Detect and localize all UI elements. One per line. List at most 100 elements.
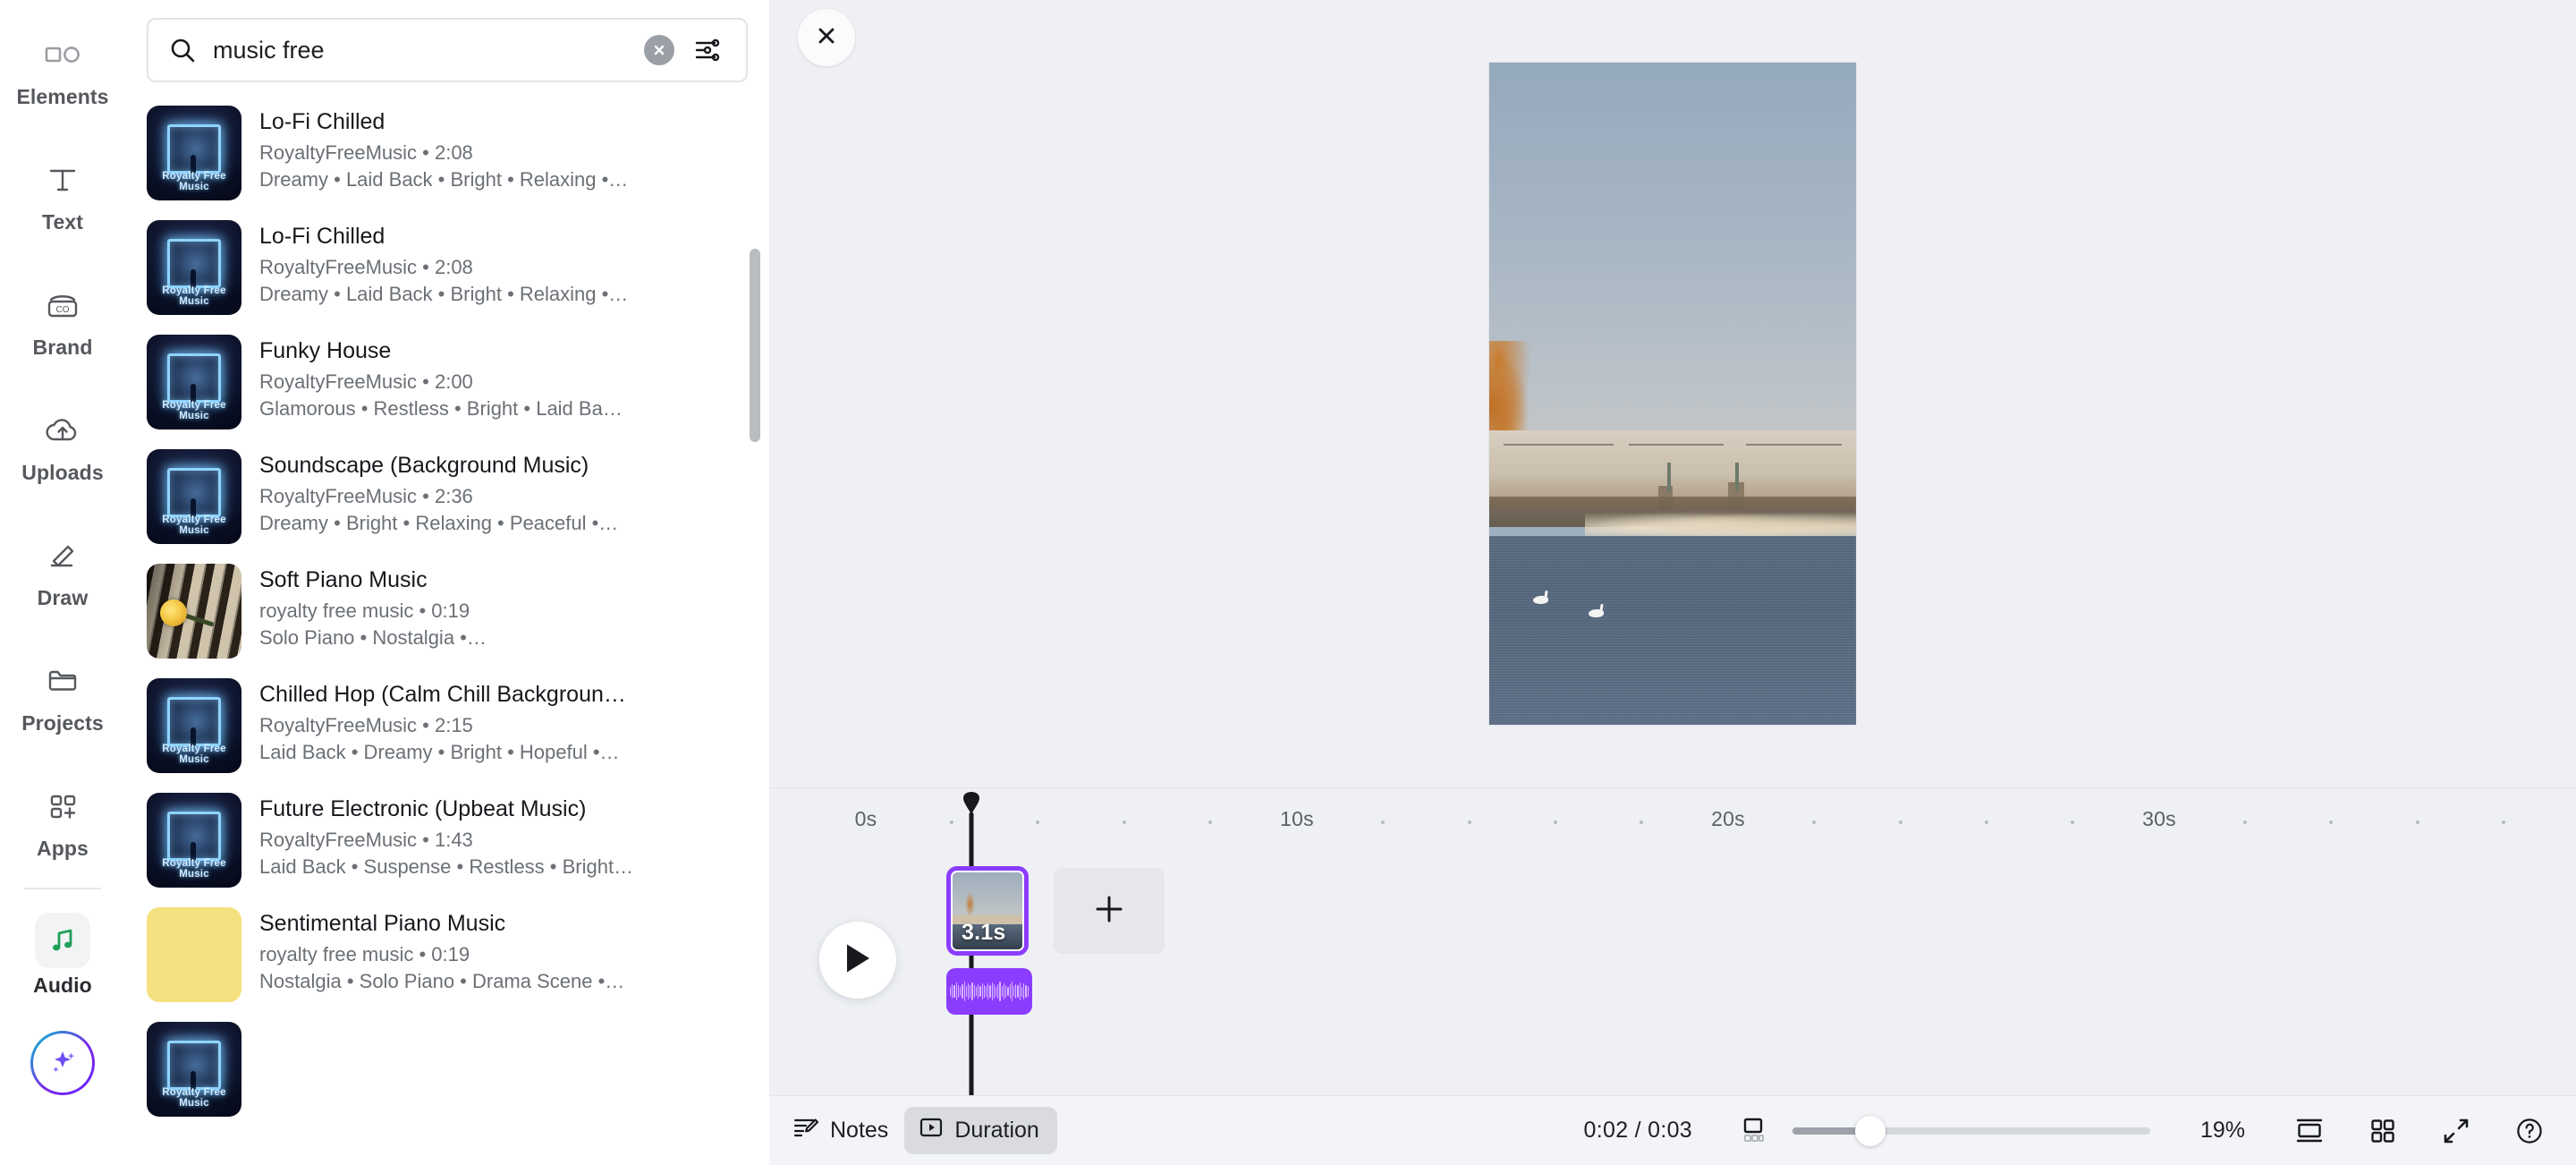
swan [1533,595,1549,604]
add-page-button[interactable] [1054,868,1165,954]
track-artwork: Royalty Free Music [147,106,242,200]
track-title: Funky House [259,338,392,363]
track-meta: Funky House RoyaltyFreeMusic • 2:00 Glamor… [259,335,746,422]
grid-view-icon[interactable] [2358,1106,2408,1156]
audio-track-item[interactable]: Royalty Free Music Future Electronic (Upb… [147,784,746,898]
results-scrollbar-thumb[interactable] [750,249,760,442]
duration-button[interactable]: Duration [904,1107,1057,1154]
text-icon [38,155,88,205]
search-bar-container [125,0,769,91]
waveform-bar [1005,984,1007,999]
ruler-label: 20s [1711,807,1745,830]
track-title: Chilled Hop (Calm Chill Backgroun… [259,682,626,707]
sidebar-item-apps[interactable]: Apps [4,757,122,882]
track-artist-duration: royalty free music • 0:19 [259,600,470,622]
sidebar-item-uploads[interactable]: Uploads [4,381,122,506]
waveform-bar [1011,982,1013,1001]
play-button[interactable] [819,922,896,999]
track-meta: Lo-Fi Chilled RoyaltyFreeMusic • 2:08 Drea… [259,106,746,193]
clear-search-button[interactable] [644,35,674,65]
audio-track-item[interactable]: Royalty Free Music Funky House RoyaltyFree… [147,326,746,440]
sidebar-item-projects[interactable]: Projects [4,632,122,757]
uploads-icon [38,405,88,455]
sky-region [1489,63,1856,473]
fullscreen-expand-icon[interactable] [2431,1106,2481,1156]
zoom-slider[interactable] [1792,1115,2150,1146]
track-artwork: Royalty Free Music [147,449,242,544]
timeline-ruler[interactable]: 0s 10s 20s 30s [769,792,2576,848]
waveform-bar [955,982,957,1000]
swan [1588,608,1604,617]
sidebar-item-elements[interactable]: Elements [4,5,122,131]
zoom-slider-knob[interactable] [1854,1115,1885,1146]
duration-play-box-icon [919,1115,944,1146]
audio-track-item[interactable]: Royalty Free Music Lo-Fi Chilled RoyaltyFr… [147,211,746,326]
sidebar-item-text[interactable]: Text [4,131,122,256]
sidebar-item-label: Projects [21,710,104,735]
search-results-list[interactable]: Royalty Free Music Lo-Fi Chilled RoyaltyFr… [125,91,769,1165]
sidebar-item-audio[interactable]: Audio [4,891,122,1016]
audio-track-item[interactable]: Royalty Free Music Soundscape (Background… [147,440,746,555]
waveform-bar [997,983,999,999]
audio-track-item[interactable]: Sentimental Piano Music royalty free musi… [147,898,746,1013]
canva-video-editor: Elements Text CO Brand Uploads Draw Proj… [0,0,2576,1165]
apps-icon [38,781,88,831]
track-tags: Laid Back • Dreamy • Bright • Hopeful •… [259,740,620,763]
audio-search-panel: Royalty Free Music Lo-Fi Chilled RoyaltyFr… [125,0,769,1165]
waveform-bar [1025,984,1027,999]
audio-track-item[interactable]: Soft Piano Music royalty free music • 0:1… [147,555,746,669]
track-tags: Laid Back • Suspense • Restless • Bright… [259,855,634,878]
track-tags: Nostalgia • Solo Piano • Drama Scene •… [259,969,625,992]
audio-track-item[interactable]: Royalty Free Music Lo-Fi Chilled RoyaltyFr… [147,97,746,211]
waveform-bar [1001,985,1003,998]
waveform-bar [989,985,991,998]
waveform-bar [960,987,962,996]
playhead-marker-icon[interactable] [962,791,981,814]
waveform-bar [952,983,953,999]
waveform-bar [1021,986,1023,997]
timeline-clip-selected[interactable]: 3.1s [946,866,1029,956]
notes-button[interactable]: Notes [792,1115,888,1146]
track-meta: Chilled Hop (Calm Chill Backgroun… Royalt… [259,678,746,766]
filter-sliders-icon[interactable] [685,27,732,73]
magic-studio-button[interactable] [30,1031,95,1095]
waveform-bar [967,983,970,999]
magic-sparkle-icon [46,1044,80,1083]
waveform-bar [1013,986,1015,997]
sidebar-item-draw[interactable]: Draw [4,506,122,632]
audio-track-item[interactable]: Royalty Free Music [147,1013,746,1127]
help-icon[interactable] [2504,1106,2555,1156]
sidebar-divider [24,888,101,889]
close-panel-button[interactable] [798,9,855,66]
timeline-view-icon[interactable] [1728,1106,1778,1156]
time-display: 0:02 / 0:03 [1583,1118,1692,1143]
waveform-bar [957,984,960,999]
design-canvas[interactable] [1489,63,1856,725]
track-artist-duration: RoyaltyFreeMusic • 2:00 [259,370,473,393]
audio-icon [35,912,90,968]
waveform-bar [973,984,975,999]
track-artist-duration: RoyaltyFreeMusic • 1:43 [259,829,473,851]
clip-thumbnail: 3.1s [953,872,1022,949]
sidebar-item-brand[interactable]: CO Brand [4,256,122,381]
elements-icon [38,30,88,80]
search-input[interactable] [200,36,644,64]
waveform-bar [975,986,978,997]
waveform-bar [999,982,1001,1001]
editor-main: 0s 10s 20s 30s 3.1s Notes Duration 0:02 … [769,0,2576,1165]
waveform-bar [963,982,965,1001]
waveform-bar [1015,984,1017,999]
track-title: Lo-Fi Chilled [259,109,386,134]
waveform [946,968,1032,1015]
waveform-bar [1019,982,1021,1000]
audio-waveform-clip[interactable] [946,968,1032,1015]
audio-track-item[interactable]: Royalty Free Music Chilled Hop (Calm Chil… [147,669,746,784]
track-artwork: Royalty Free Music [147,1022,242,1117]
bottom-toolbar: Notes Duration 0:02 / 0:03 19% [769,1095,2576,1165]
search-box[interactable] [147,18,748,82]
waveform-bar [1023,983,1025,999]
fit-page-icon[interactable] [2284,1106,2334,1156]
waveform-bar [987,983,989,999]
track-artwork [147,907,242,1002]
track-artwork: Royalty Free Music [147,335,242,429]
